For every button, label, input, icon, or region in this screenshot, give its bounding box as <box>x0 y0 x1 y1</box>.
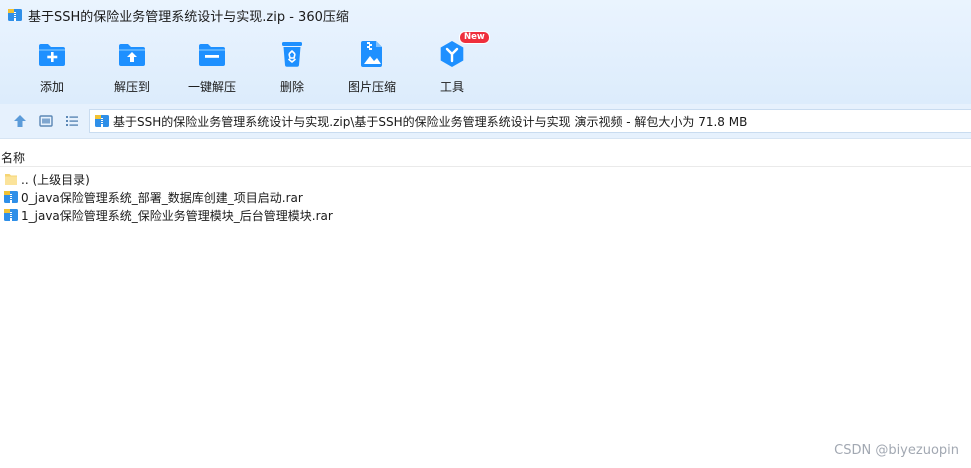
column-header-name[interactable]: 名称 <box>1 149 25 166</box>
window-title: 基于SSH的保险业务管理系统设计与实现.zip - 360压缩 <box>28 9 349 25</box>
file-name: 1_java保险管理系统_保险业务管理模块_后台管理模块.rar <box>21 208 333 223</box>
address-path: 基于SSH的保险业务管理系统设计与实现.zip\基于SSH的保险业务管理系统设计… <box>113 114 748 129</box>
add-button[interactable]: 添加 <box>12 34 92 100</box>
extract-to-icon <box>119 44 145 66</box>
file-name: .. (上级目录) <box>21 172 90 187</box>
address-bar[interactable]: 基于SSH的保险业务管理系统设计与实现.zip\基于SSH的保险业务管理系统设计… <box>89 109 971 133</box>
list-item[interactable]: 0_java保险管理系统_部署_数据库创建_项目启动.rar <box>0 188 600 206</box>
window-chrome: 基于SSH的保险业务管理系统设计与实现.zip - 360压缩 添加 解压到 一… <box>0 0 971 104</box>
delete-button[interactable]: 删除 <box>252 34 332 100</box>
rar-archive-icon <box>4 209 18 221</box>
title-bar: 基于SSH的保险业务管理系统设计与实现.zip - 360压缩 <box>0 0 971 30</box>
list-header: 名称 <box>0 146 971 167</box>
watermark: CSDN @biyezuopin <box>834 443 959 458</box>
folder-icon <box>5 174 17 185</box>
delete-button-label: 删除 <box>279 80 304 94</box>
app-window: 基于SSH的保险业务管理系统设计与实现.zip - 360压缩 添加 解压到 一… <box>0 0 971 468</box>
up-arrow-icon[interactable] <box>12 113 28 129</box>
tools-button[interactable]: New 工具 <box>412 31 492 100</box>
one-click-extract-button[interactable]: 一键解压 <box>172 34 252 100</box>
toolbar: 添加 解压到 一键解压 删除 图片压缩 New 工具 <box>0 31 492 100</box>
navigation-bar: 基于SSH的保险业务管理系统设计与实现.zip\基于SSH的保险业务管理系统设计… <box>0 104 971 139</box>
list-view-icon[interactable] <box>64 113 80 129</box>
image-compress-icon <box>361 41 382 67</box>
extract-to-button-label: 解压到 <box>113 80 150 94</box>
one-click-extract-button-label: 一键解压 <box>187 80 236 94</box>
rar-archive-icon <box>4 191 18 203</box>
image-compress-button[interactable]: 图片压缩 <box>332 34 412 100</box>
extract-to-button[interactable]: 解压到 <box>92 34 172 100</box>
zip-archive-icon <box>95 115 109 127</box>
tools-button-label: 工具 <box>439 80 464 94</box>
add-folder-icon <box>39 44 65 66</box>
new-badge: New <box>459 31 490 44</box>
image-compress-button-label: 图片压缩 <box>347 80 396 94</box>
archive-app-icon <box>8 9 22 21</box>
recycle-bin-icon <box>282 42 302 67</box>
file-name: 0_java保险管理系统_部署_数据库创建_项目启动.rar <box>21 190 303 205</box>
list-item[interactable]: 1_java保险管理系统_保险业务管理模块_后台管理模块.rar <box>0 206 600 224</box>
details-view-icon[interactable] <box>38 113 54 129</box>
list-item-parent-directory[interactable]: .. (上级目录) <box>0 170 600 188</box>
one-click-extract-icon <box>199 44 225 66</box>
add-button-label: 添加 <box>39 80 64 94</box>
